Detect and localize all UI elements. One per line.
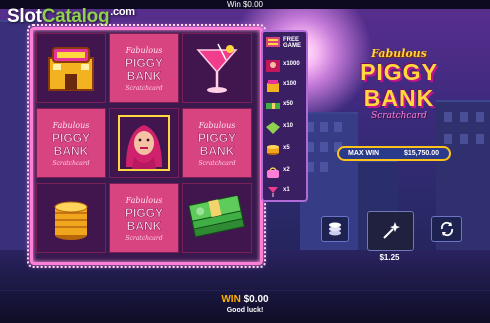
svg-text:Scratchcard: Scratchcard xyxy=(125,85,162,92)
svg-text:PIGGY: PIGGY xyxy=(125,206,163,220)
paytable-label: x10 xyxy=(283,123,294,129)
win-value: $0.00 xyxy=(243,294,269,305)
paytable-label: x2 xyxy=(283,167,290,173)
cocktail-glass-icon xyxy=(196,43,238,93)
max-win-value: $15,750.00 xyxy=(403,150,439,157)
cell-piggy-bank-logo[interactable]: Fabulous PIGGY BANK Scratchcard xyxy=(36,108,106,178)
piggy-bank-logo-icon: Fabulous PIGGY BANK Scratchcard xyxy=(125,46,164,92)
logo-bank: BANK xyxy=(363,85,435,111)
svg-text:BANK: BANK xyxy=(127,219,162,233)
svg-text:Scratchcard: Scratchcard xyxy=(198,160,235,167)
svg-text:Fabulous: Fabulous xyxy=(198,121,236,130)
gold-coins-icon xyxy=(54,201,88,240)
cash-stack-icon xyxy=(188,196,245,238)
good-luck-message: Good luck! xyxy=(226,307,264,314)
svg-text:BANK: BANK xyxy=(127,69,162,83)
casino-building-icon xyxy=(48,47,94,91)
paytable-label: x100 xyxy=(283,81,297,87)
svg-text:Fabulous: Fabulous xyxy=(52,121,90,130)
paytable-row: x2 xyxy=(266,166,306,180)
cell-piggy-bank-logo[interactable]: Fabulous PIGGY BANK Scratchcard xyxy=(182,108,252,178)
watermark-part2: Catalog xyxy=(41,6,110,27)
cell-piggy-bank-logo[interactable]: Fabulous PIGGY BANK Scratchcard xyxy=(109,183,179,253)
max-win-label: MAX WIN xyxy=(348,150,380,157)
piggy-bank-logo-icon: Fabulous PIGGY BANK Scratchcard xyxy=(52,121,91,167)
logo-scratchcard: Scratchcard xyxy=(371,111,427,121)
svg-text:Scratchcard: Scratchcard xyxy=(125,235,162,242)
win-label: WIN xyxy=(221,294,241,305)
cocktail-icon xyxy=(268,187,278,197)
cash-icon xyxy=(266,103,280,109)
watermark-part3: .com xyxy=(110,6,135,18)
magic-wand-icon xyxy=(382,222,400,239)
cell-gold-coins[interactable] xyxy=(36,183,106,253)
cell-casino-building[interactable] xyxy=(36,33,106,103)
coin-stack-icon xyxy=(329,222,341,236)
paytable-row: x1 xyxy=(266,186,306,200)
paytable-label: FREE GAME xyxy=(283,37,301,49)
bet-coins-button[interactable] xyxy=(321,216,349,242)
svg-text:PIGGY: PIGGY xyxy=(52,131,90,145)
casino-icon xyxy=(267,80,279,92)
watermark: SlotCatalog.com xyxy=(7,6,135,28)
bet-amount: $1.25 xyxy=(379,253,400,262)
bottom-bar: WIN $0.00 Good luck! xyxy=(0,291,490,323)
coins-icon xyxy=(267,145,279,155)
game-logo: Fabulous PIGGY BANK Scratchcard xyxy=(336,47,462,137)
cell-piggy-bank-logo[interactable]: Fabulous PIGGY BANK Scratchcard xyxy=(109,33,179,103)
paytable-row: x5 xyxy=(266,144,306,158)
max-win-banner: MAX WIN $15,750.00 xyxy=(337,146,451,161)
logo-piggy: PIGGY xyxy=(360,59,438,85)
glamour-lady-icon xyxy=(118,115,170,171)
win-line: WIN $0.00 xyxy=(0,294,490,305)
piggy-bank-logo-icon xyxy=(266,37,280,47)
svg-text:PIGGY: PIGGY xyxy=(198,131,236,145)
paytable-label: x1 xyxy=(283,187,290,193)
svg-text:Fabulous: Fabulous xyxy=(125,196,163,205)
watermark-part1: Slot xyxy=(7,6,42,27)
paytable: FREE GAME x1000 x100 x50 x10 x5 x2 x1 xyxy=(261,30,308,202)
piggy-bank-logo-icon: Fabulous PIGGY BANK Scratchcard xyxy=(125,196,164,242)
refresh-icon xyxy=(440,221,453,237)
svg-text:BANK: BANK xyxy=(54,144,89,158)
svg-text:PIGGY: PIGGY xyxy=(125,56,163,70)
autoplay-button[interactable] xyxy=(431,216,462,242)
paytable-row: x1000 xyxy=(266,60,306,74)
svg-text:Fabulous: Fabulous xyxy=(125,46,163,55)
paytable-row: FREE GAME xyxy=(266,36,306,50)
cell-glamour-lady[interactable] xyxy=(109,108,179,178)
paytable-label: x5 xyxy=(283,145,290,151)
paytable-row: x100 xyxy=(266,80,306,94)
paytable-label: x1000 xyxy=(283,61,300,67)
scratch-grid: Fabulous PIGGY BANK Scratchcard Fabulous… xyxy=(27,24,266,268)
paytable-label: x50 xyxy=(283,101,294,107)
svg-text:Scratchcard: Scratchcard xyxy=(52,160,89,167)
diamond-icon xyxy=(266,122,280,134)
cell-cocktail-glass[interactable] xyxy=(182,33,252,103)
cell-cash-stack[interactable] xyxy=(182,183,252,253)
scratch-all-button[interactable] xyxy=(367,211,414,251)
paytable-row: x10 xyxy=(266,122,306,136)
purse-icon xyxy=(267,167,279,178)
paytable-row: x50 xyxy=(266,100,306,114)
piggy-bank-logo-icon: Fabulous PIGGY BANK Scratchcard xyxy=(198,121,237,167)
svg-text:BANK: BANK xyxy=(200,144,235,158)
lady-icon xyxy=(266,60,280,72)
